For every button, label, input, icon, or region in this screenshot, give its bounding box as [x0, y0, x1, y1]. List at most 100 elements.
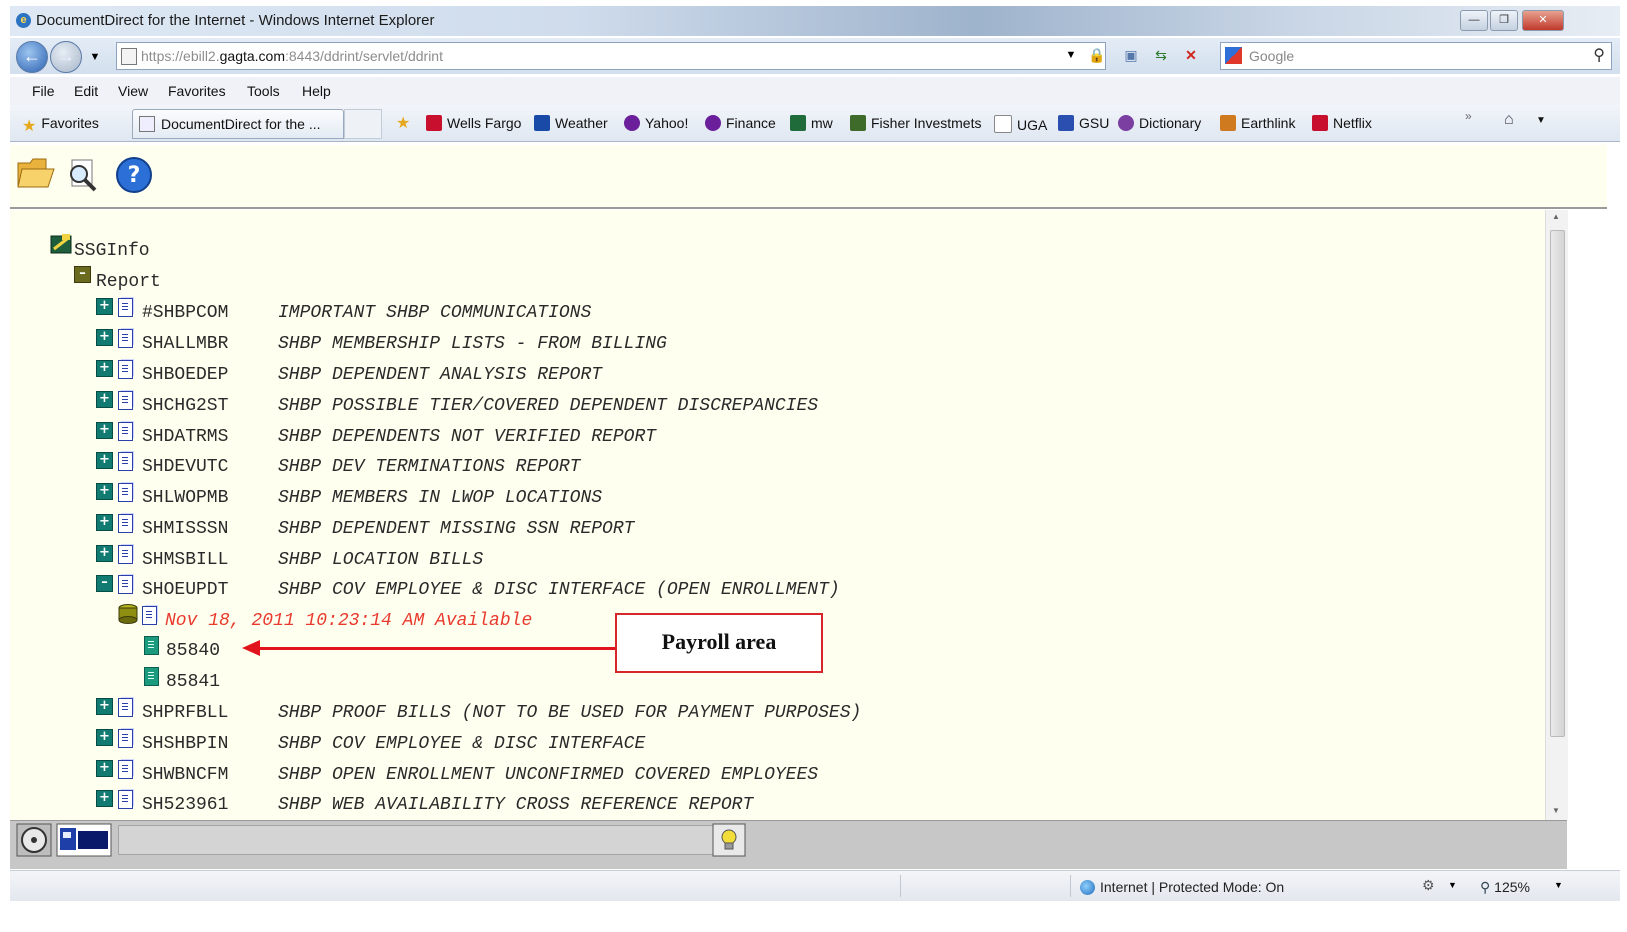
- magnifier-search-icon[interactable]: [64, 157, 104, 193]
- report-document-icon: [118, 452, 133, 471]
- search-icon[interactable]: ⚲: [1593, 45, 1605, 65]
- expand-icon[interactable]: +: [96, 514, 113, 531]
- browser-status-bar: Internet | Protected Mode: On ⚙ ▼ ⚲ 125%…: [10, 870, 1620, 901]
- fav-link-wells-fargo[interactable]: Wells Fargo: [426, 115, 521, 131]
- lock-icon[interactable]: 🔒: [1086, 44, 1108, 66]
- report-document-icon: [118, 422, 133, 441]
- compatibility-view-icon[interactable]: ▣: [1120, 44, 1142, 66]
- report-document-icon: [118, 760, 133, 779]
- section-document-icon: [144, 667, 159, 686]
- recent-pages-dropdown-icon[interactable]: ▼: [84, 46, 106, 68]
- help-icon[interactable]: ?: [114, 155, 154, 195]
- tree-root-label[interactable]: SSGInfo: [74, 237, 150, 265]
- page-icon: [994, 115, 1012, 133]
- search-box[interactable]: Google ⚲: [1220, 42, 1612, 70]
- favorites-button[interactable]: ★ Favorites: [22, 115, 99, 135]
- report-document-icon: [118, 729, 133, 748]
- menu-tools[interactable]: Tools: [247, 83, 280, 99]
- close-window-button[interactable]: ✕: [1522, 10, 1564, 31]
- expand-icon[interactable]: +: [96, 360, 113, 377]
- expand-icon[interactable]: +: [96, 452, 113, 469]
- expand-icon[interactable]: +: [96, 483, 113, 500]
- fav-link-gsu[interactable]: GSU: [1058, 115, 1109, 131]
- disc-icon[interactable]: [16, 823, 52, 857]
- scrollbar-thumb[interactable]: [1550, 230, 1565, 737]
- home-icon[interactable]: ⌂: [1504, 111, 1514, 129]
- expand-icon[interactable]: +: [96, 298, 113, 315]
- tree-folder-label[interactable]: Report: [96, 268, 161, 296]
- expand-icon[interactable]: +: [96, 729, 113, 746]
- status-separator: [1070, 875, 1071, 897]
- fav-link-earthlink[interactable]: Earthlink: [1220, 115, 1295, 131]
- report-document-icon: [118, 360, 133, 379]
- expand-icon[interactable]: +: [96, 698, 113, 715]
- computer-terminal-icon[interactable]: [56, 823, 112, 857]
- expand-icon[interactable]: +: [96, 422, 113, 439]
- fav-link-mw[interactable]: mw: [790, 115, 833, 131]
- fav-link-uga[interactable]: UGA: [994, 115, 1047, 133]
- report-version-label[interactable]: Nov 18, 2011 10:23:14 AM Available: [165, 607, 532, 635]
- add-favorite-icon[interactable]: ★: [396, 113, 410, 133]
- zoom-icon: ⚲: [1480, 879, 1491, 895]
- page-icon: [139, 116, 155, 132]
- vertical-scrollbar[interactable]: ▲ ▼: [1545, 210, 1568, 820]
- report-tree-panel: [10, 210, 1567, 820]
- expand-icon[interactable]: +: [96, 329, 113, 346]
- fav-link-fisher[interactable]: Fisher Investmets: [850, 115, 981, 131]
- fav-link-netflix[interactable]: Netflix: [1312, 115, 1372, 131]
- home-dropdown-icon[interactable]: ▼: [1536, 115, 1546, 126]
- fav-link-yahoo[interactable]: Yahoo!: [624, 115, 688, 131]
- app-status-bar: [10, 820, 1567, 869]
- menu-edit[interactable]: Edit: [74, 83, 98, 99]
- tab-documentdirect[interactable]: DocumentDirect for the ...: [132, 109, 344, 139]
- yahoo-icon: [624, 115, 640, 131]
- svg-text:?: ?: [128, 163, 141, 188]
- open-folder-icon[interactable]: [16, 155, 56, 191]
- menu-view[interactable]: View: [118, 83, 148, 99]
- restore-button[interactable]: ❐: [1490, 10, 1518, 31]
- new-tab-button[interactable]: [344, 109, 382, 139]
- server-icon[interactable]: [50, 233, 74, 255]
- gsu-icon: [1058, 115, 1074, 131]
- page-icon: [121, 48, 137, 65]
- expand-icon[interactable]: +: [96, 790, 113, 807]
- scroll-up-icon[interactable]: ▲: [1552, 212, 1560, 221]
- menu-help[interactable]: Help: [302, 83, 331, 99]
- section-item[interactable]: 85841: [166, 668, 220, 696]
- protected-mode-icon[interactable]: ⚙: [1422, 877, 1435, 894]
- zoom-level[interactable]: ⚲ 125%: [1480, 879, 1530, 896]
- expand-icon[interactable]: +: [96, 391, 113, 408]
- minimize-button[interactable]: —: [1460, 10, 1488, 31]
- scroll-down-icon[interactable]: ▼: [1552, 806, 1560, 815]
- lightbulb-icon[interactable]: [712, 823, 746, 857]
- fav-link-finance[interactable]: Finance: [705, 115, 776, 131]
- yahoo-finance-icon: [705, 115, 721, 131]
- database-icon[interactable]: [118, 603, 140, 625]
- section-item[interactable]: 85840: [166, 637, 220, 665]
- collapse-folder-icon[interactable]: –: [74, 266, 91, 283]
- expand-icon[interactable]: +: [96, 545, 113, 562]
- report-document-icon: [118, 329, 133, 348]
- address-bar[interactable]: https://ebill2.gagta.com:8443/ddrint/ser…: [116, 42, 1106, 70]
- report-document-icon: [118, 391, 133, 410]
- fav-link-dictionary[interactable]: Dictionary: [1118, 115, 1201, 131]
- menu-favorites[interactable]: Favorites: [168, 83, 226, 99]
- refresh-icon[interactable]: ⇆: [1150, 44, 1172, 66]
- tab-label: DocumentDirect for the ...: [161, 116, 321, 132]
- collapse-icon[interactable]: –: [96, 575, 113, 592]
- protected-mode-dropdown-icon[interactable]: ▼: [1448, 880, 1457, 890]
- more-favorites-icon[interactable]: »: [1465, 109, 1472, 123]
- address-dropdown-icon[interactable]: ▼: [1060, 44, 1082, 66]
- stop-icon[interactable]: ✕: [1180, 44, 1202, 66]
- fav-link-weather[interactable]: Weather: [534, 115, 608, 131]
- back-button[interactable]: ←: [16, 41, 48, 73]
- app-toolbar: ?: [10, 145, 1607, 209]
- netflix-icon: [1312, 115, 1328, 131]
- expand-icon[interactable]: +: [96, 760, 113, 777]
- security-zone[interactable]: Internet | Protected Mode: On: [1080, 879, 1284, 895]
- forward-button[interactable]: →: [50, 41, 82, 73]
- zoom-dropdown-icon[interactable]: ▼: [1554, 880, 1563, 890]
- address-url: https://ebill2.gagta.com:8443/ddrint/ser…: [141, 48, 443, 64]
- address-row: ← → ▼ https://ebill2.gagta.com:8443/ddri…: [10, 38, 1620, 74]
- menu-file[interactable]: File: [32, 83, 55, 99]
